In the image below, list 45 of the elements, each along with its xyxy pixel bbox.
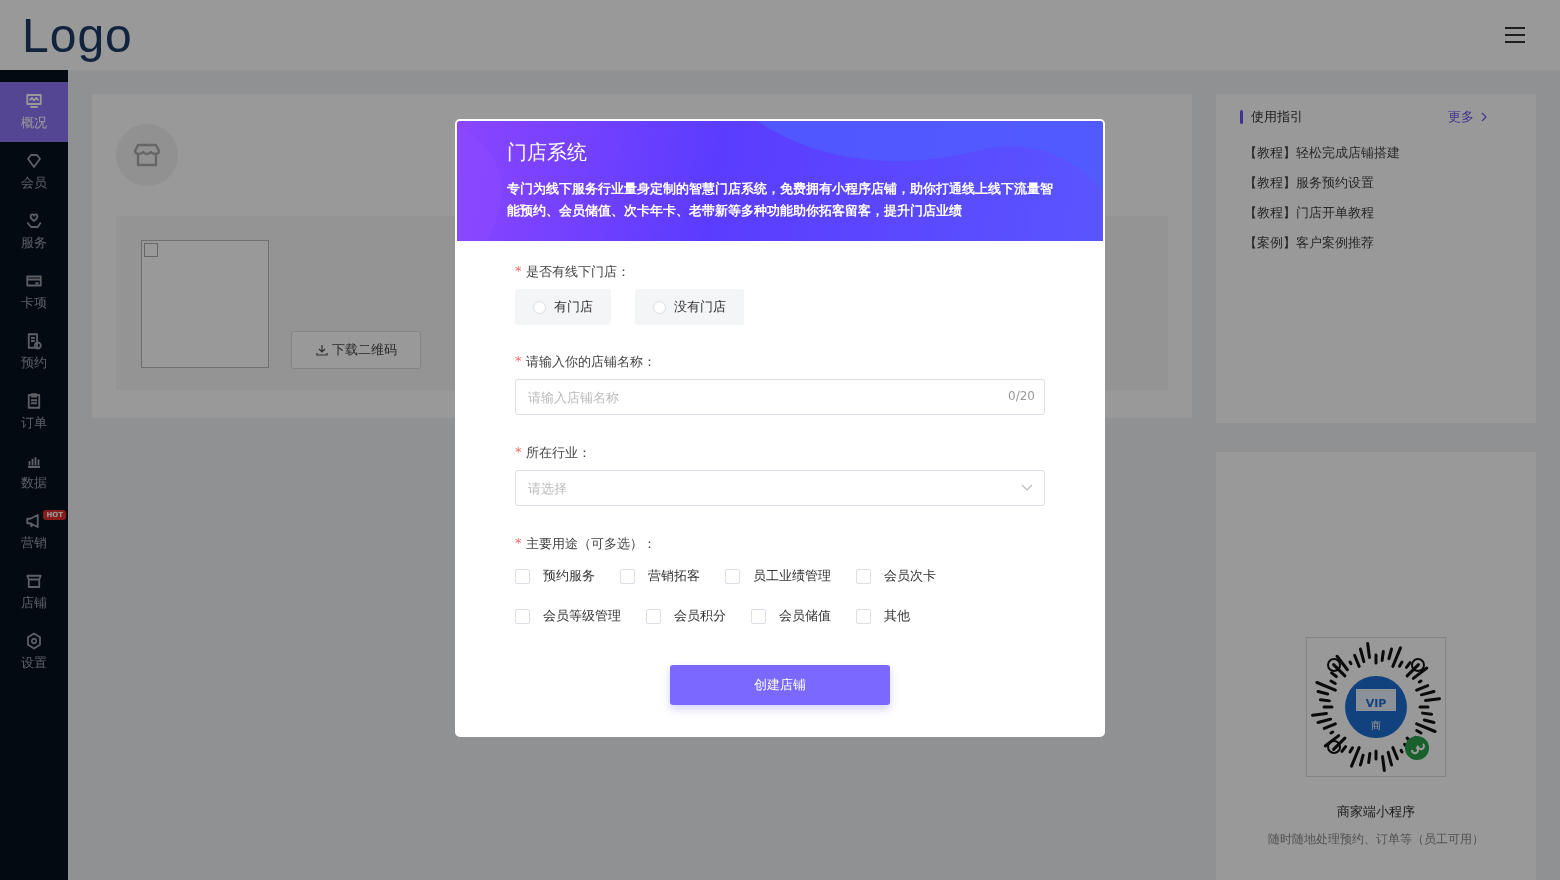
store-option[interactable]: 没有门店: [635, 289, 744, 325]
nav-item[interactable]: 预约: [0, 322, 68, 382]
modal-description: 专门为线下服务行业量身定制的智慧门店系统，免费拥有小程序店铺，助你打通线上线下流量智能预约、会员储值、次卡年卡、老带新等多种功能助你拓客留客，提升门店业绩: [507, 180, 1054, 220]
nav-item[interactable]: 会员: [0, 142, 68, 202]
download-button[interactable]: 下载二维码: [291, 331, 421, 369]
checkbox-label: 会员储值: [779, 607, 831, 625]
store-option[interactable]: 有门店: [515, 289, 611, 325]
option-label: 有门店: [554, 298, 593, 316]
checkbox-label: 员工业绩管理: [753, 567, 831, 585]
guide-link[interactable]: 【教程】轻松完成店铺搭建: [1244, 144, 1512, 162]
checkbox-label: 会员等级管理: [543, 607, 621, 625]
guide-link[interactable]: 【教程】门店开单教程: [1244, 204, 1512, 222]
guide-title: 使用指引: [1251, 108, 1304, 126]
modal-title: 门店系统: [507, 139, 588, 166]
nav-item[interactable]: 卡项: [0, 262, 68, 322]
more-link[interactable]: 更多: [1448, 108, 1488, 126]
option-label: 没有门店: [674, 298, 726, 316]
qr-code-drawing: VIP 商: [1306, 637, 1446, 777]
nav-item[interactable]: 数据: [0, 442, 68, 502]
nav-item[interactable]: 概况: [0, 82, 68, 142]
industry-select[interactable]: 请选择: [515, 470, 1045, 506]
checkbox-label: 会员积分: [674, 607, 726, 625]
required-mark: *: [515, 535, 522, 552]
nav-item[interactable]: 设置: [0, 622, 68, 682]
mini-program-subtitle: 随时随地处理预约、订单等（员工可用）: [1268, 831, 1484, 848]
checkbox-label: 其他: [884, 607, 910, 625]
logo[interactable]: Logo: [22, 7, 133, 63]
create-store-button[interactable]: 创建店铺: [670, 665, 890, 705]
mini-program-title: 商家端小程序: [1337, 803, 1415, 821]
guide-link[interactable]: 【教程】服务预约设置: [1244, 174, 1512, 192]
checkbox-label: 会员次卡: [884, 567, 936, 585]
field-label: 请输入你的店铺名称：: [525, 353, 656, 371]
checkbox-label: 营销拓客: [648, 567, 700, 585]
field-label: 主要用途（可多选）：: [525, 535, 656, 553]
nav-item[interactable]: 订单: [0, 382, 68, 442]
required-mark: *: [515, 444, 522, 461]
nav-item[interactable]: 店铺: [0, 562, 68, 622]
field-label: 所在行业：: [525, 444, 591, 462]
guide-link[interactable]: 【案例】客户案例推荐: [1244, 234, 1512, 252]
required-mark: *: [515, 263, 522, 280]
field-label: 是否有线下门店：: [525, 263, 630, 281]
checkbox-label: 预约服务: [543, 567, 595, 585]
char-counter: 0/20: [1008, 389, 1035, 403]
required-mark: *: [515, 353, 522, 370]
nav-item[interactable]: 服务: [0, 202, 68, 262]
